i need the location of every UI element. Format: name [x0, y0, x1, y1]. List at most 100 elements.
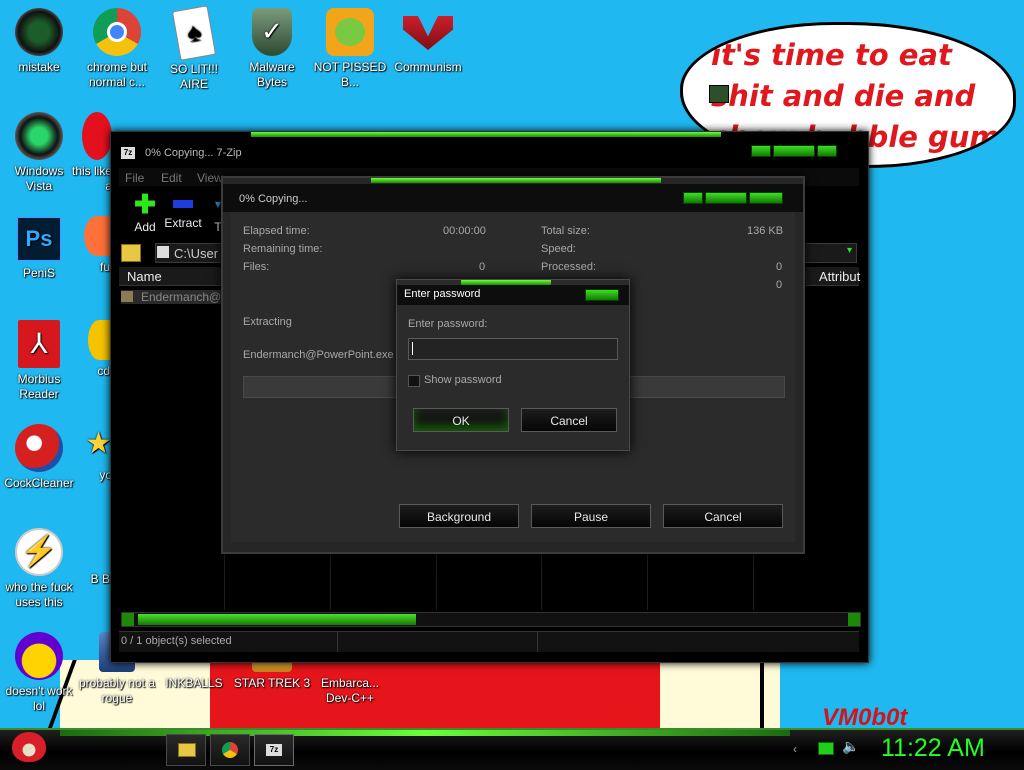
ok-button[interactable]: OK	[413, 408, 509, 432]
desktop-icon-chrome[interactable]: chrome but normal c...	[78, 8, 156, 90]
cursor-icon	[709, 85, 729, 103]
password-close-button[interactable]	[585, 289, 619, 301]
taskbar-7zip-button[interactable]: 7z	[254, 734, 294, 766]
file-name: Endermanch@	[141, 290, 222, 304]
cd-icon	[88, 320, 110, 360]
desktop-icon-label: SO LIT!!! AIRE	[169, 62, 218, 91]
desktop-icon-ccleaner[interactable]: CockCleaner	[0, 424, 78, 491]
desktop-icon-label: Embarca... Dev-C++	[320, 676, 380, 705]
desktop-icon-yo[interactable]: ★ yo	[82, 424, 112, 483]
desktop-icon-label: doesn't work lol	[5, 684, 73, 713]
column-name[interactable]: Name	[127, 269, 162, 284]
desktop-icon-label: Morbius Reader	[17, 372, 61, 401]
yahoo-messenger-icon	[15, 632, 63, 680]
password-prompt: Enter password:	[408, 318, 488, 330]
desktop-icon-mistake[interactable]: mistake	[0, 8, 78, 75]
firefox-icon	[84, 216, 110, 256]
network-icon[interactable]	[818, 742, 834, 755]
dropdown-arrow-icon[interactable]: ▾	[847, 245, 852, 256]
opera-icon	[82, 112, 112, 160]
pig-icon	[326, 8, 374, 56]
desktop-icon-communism[interactable]: Communism	[389, 8, 467, 75]
minimize-button[interactable]	[751, 145, 771, 157]
desktop-icon-label: yo	[99, 468, 112, 482]
card-spade-icon: ♠	[171, 5, 217, 61]
star-icon: ★	[85, 427, 112, 460]
address-text: C:\User	[174, 246, 219, 261]
show-password-label[interactable]: Show password	[424, 374, 502, 386]
elapsed-label: Elapsed time:	[243, 225, 310, 237]
desktop-icon-label: this like a	[72, 164, 113, 193]
chrome-icon	[93, 8, 141, 56]
plus-icon: ✚	[134, 189, 156, 219]
wallpaper-stroke	[760, 660, 764, 730]
folder-up-icon[interactable]	[121, 244, 141, 262]
window-top-accent	[251, 132, 721, 137]
menu-edit[interactable]: Edit	[161, 171, 182, 185]
dialog-top-accent	[371, 178, 661, 183]
extract-label: Extract	[164, 216, 202, 230]
drive-icon	[157, 246, 169, 258]
files-value: 0	[479, 261, 486, 273]
pause-button[interactable]: Pause	[531, 504, 651, 528]
start-button[interactable]	[6, 728, 50, 768]
desktop-icon-label: PeniS	[22, 266, 56, 280]
desktop-icon-solitaire[interactable]: ♠ SO LIT!!! AIRE	[155, 5, 233, 92]
desktop-icon-windows-vista[interactable]: Windows Vista	[0, 112, 78, 194]
communism-logo-icon	[403, 16, 453, 50]
desktop-icon-who-uses-this[interactable]: ⚡ who the fuck uses this	[0, 528, 78, 610]
desktop-icon-angry-birds-pig[interactable]: NOT PISSED B...	[311, 8, 389, 90]
extract-button[interactable]: Extract	[161, 192, 205, 230]
scroll-thumb[interactable]	[138, 614, 416, 625]
desktop-icon-photoshop[interactable]: Ps PeniS	[0, 216, 78, 281]
desktop-icon-label: fu	[99, 260, 110, 274]
column-attributes[interactable]: Attribut	[819, 269, 860, 284]
taskbar-chrome-button[interactable]	[210, 734, 250, 766]
volume-icon[interactable]: 🔈	[842, 738, 859, 755]
razer-icon	[15, 8, 63, 56]
desktop-icon-malwarebytes[interactable]: ✓ Malware Bytes	[233, 8, 311, 90]
cancel-copy-button[interactable]: Cancel	[663, 504, 783, 528]
desktop-icon-b[interactable]: B B	[84, 528, 110, 587]
scroll-right-button[interactable]	[848, 613, 860, 626]
close-button[interactable]	[817, 145, 837, 157]
menu-view[interactable]: View	[197, 171, 223, 185]
maximize-button[interactable]	[773, 145, 815, 157]
desktop-icon-label: INKBALLS	[165, 676, 223, 690]
add-button[interactable]: ✚ Add	[125, 189, 165, 234]
menu-file[interactable]: File	[125, 171, 144, 185]
taskbar-explorer-button[interactable]	[166, 734, 206, 766]
password-input[interactable]	[408, 338, 618, 360]
file-icon	[121, 291, 133, 302]
background-button[interactable]: Background	[399, 504, 519, 528]
show-password-checkbox[interactable]	[408, 375, 420, 387]
desktop-icon-cd[interactable]: cd	[80, 320, 110, 379]
minus-icon	[173, 200, 193, 208]
desktop-icon-firefox[interactable]: fu	[78, 216, 110, 275]
desktop-icon-yahoo[interactable]: doesn't work lol	[0, 632, 78, 714]
angry-bird-icon	[12, 732, 46, 762]
password-cancel-button[interactable]: Cancel	[521, 408, 617, 432]
processed-value: 0	[776, 261, 783, 273]
desktop-icon-label: cd	[97, 364, 110, 378]
dialog-close-button[interactable]	[749, 192, 783, 204]
dialog-minimize-button[interactable]	[683, 192, 703, 204]
recycle-icon	[15, 112, 63, 160]
desktop-icon-morbius-reader[interactable]: ⅄ Morbius Reader	[0, 320, 78, 402]
desktop-icon-opera[interactable]: this like a	[72, 112, 112, 194]
desktop-icon-label: STAR TREK 3	[233, 676, 311, 690]
sevenzip-logo-icon: 7z	[121, 147, 135, 159]
horizontal-scrollbar[interactable]	[121, 612, 861, 627]
pdf-reader-icon: ⅄	[18, 320, 60, 368]
shield-check-icon: ✓	[252, 8, 292, 56]
show-hidden-icons-icon[interactable]: ‹	[793, 742, 797, 756]
desktop-icon-label: probably not a rogue	[78, 676, 156, 705]
add-label: Add	[134, 220, 156, 234]
dialog-title: 0% Copying...	[239, 193, 308, 205]
extra-value: 0	[776, 279, 783, 291]
current-file: Endermanch@PowerPoint.exe	[243, 349, 394, 361]
scroll-left-button[interactable]	[122, 613, 134, 626]
password-dialog[interactable]: Enter password Enter password: Show pass…	[396, 279, 630, 451]
clock[interactable]: 11:22 AM	[881, 734, 985, 763]
dialog-maximize-button[interactable]	[705, 192, 747, 204]
